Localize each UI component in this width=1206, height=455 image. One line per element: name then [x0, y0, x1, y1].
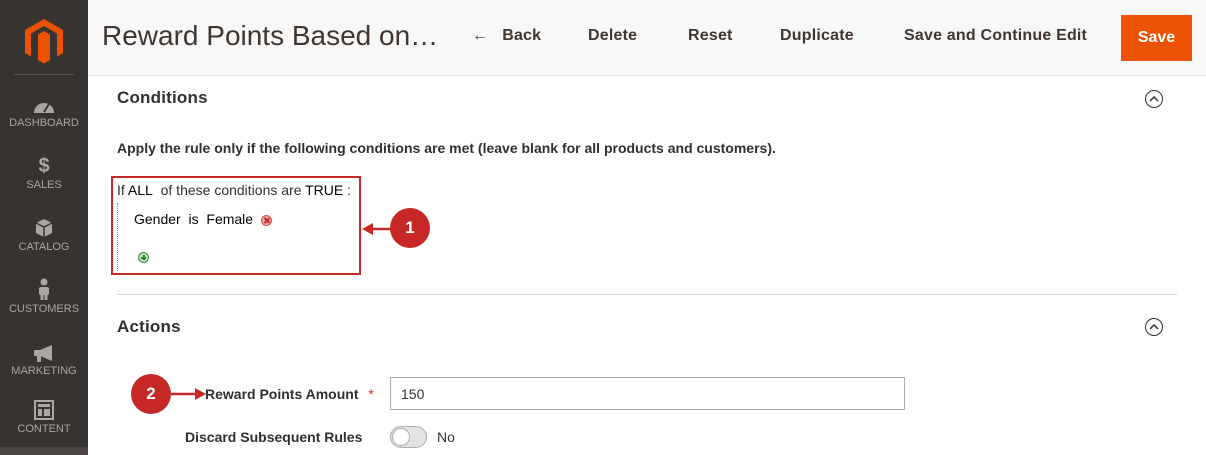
delete-button[interactable]: Delete: [588, 27, 637, 45]
reward-points-input[interactable]: [390, 377, 905, 410]
sidebar-item-next[interactable]: [0, 447, 88, 455]
sidebar-item-dashboard[interactable]: DASHBOARD: [0, 90, 88, 152]
reset-button[interactable]: Reset: [688, 27, 733, 45]
sidebar-item-label: CATALOG: [18, 241, 70, 253]
annotation-arrow-2: [170, 388, 206, 400]
magento-logo-icon[interactable]: [22, 17, 66, 65]
save-continue-button[interactable]: Save and Continue Edit: [904, 27, 1087, 45]
reward-points-label: Reward Points Amount *: [205, 386, 374, 402]
section-divider: [117, 294, 1177, 295]
sidebar-item-label: DASHBOARD: [9, 117, 79, 129]
toggle-knob: [392, 428, 410, 446]
person-icon: [39, 278, 49, 300]
conditions-suffix: :: [347, 182, 352, 198]
sidebar-item-catalog[interactable]: CATALOG: [0, 214, 88, 276]
required-mark: *: [368, 386, 374, 402]
actions-section-title[interactable]: Actions: [117, 317, 181, 337]
sidebar-item-customers[interactable]: CUSTOMERS: [0, 276, 88, 338]
discard-rules-toggle[interactable]: [390, 426, 427, 448]
collapse-conditions-button[interactable]: [1145, 90, 1163, 108]
box-icon: [35, 219, 53, 237]
conditions-tree-line: [117, 203, 118, 271]
add-condition-icon[interactable]: [138, 252, 149, 263]
remove-condition-icon[interactable]: [260, 215, 272, 226]
dollar-icon: $: [38, 155, 50, 177]
reward-points-label-text: Reward Points Amount: [205, 386, 359, 402]
sidebar-item-label: MARKETING: [11, 365, 77, 377]
layout-icon: [34, 400, 54, 420]
sidebar-item-label: CUSTOMERS: [8, 303, 80, 315]
collapse-actions-button[interactable]: [1145, 318, 1163, 336]
sidebar-item-label: SALES: [26, 179, 62, 191]
sidebar-divider: [14, 74, 74, 75]
discard-rules-label: Discard Subsequent Rules: [185, 429, 363, 445]
back-button[interactable]: ← Back: [472, 27, 541, 45]
admin-sidebar: DASHBOARD $ SALES CATALOG CUSTOMERS MARK…: [0, 0, 88, 455]
condition-value[interactable]: Female: [206, 211, 253, 227]
megaphone-icon: [34, 345, 52, 362]
conditions-aggregator-line: If ALL of these conditions are TRUE :: [117, 182, 351, 198]
chevron-up-icon: [1149, 324, 1159, 330]
annotation-badge-1: 1: [390, 208, 430, 248]
condition-value-select[interactable]: TRUE: [305, 182, 343, 198]
page-header: Reward Points Based on… ← Back Delete Res…: [88, 0, 1206, 76]
conditions-middle-text: of these conditions are: [160, 182, 302, 198]
conditions-description: Apply the rule only if the following con…: [117, 140, 776, 156]
discard-rules-toggle-label: No: [437, 429, 455, 445]
condition-row: Gender is Female: [134, 211, 272, 227]
dashboard-icon: [34, 103, 54, 113]
duplicate-button[interactable]: Duplicate: [780, 27, 854, 45]
chevron-up-icon: [1149, 96, 1159, 102]
page-title: Reward Points Based on…: [102, 20, 439, 51]
arrow-left-icon: ←: [472, 27, 489, 44]
sidebar-item-sales[interactable]: $ SALES: [0, 152, 88, 214]
sidebar-item-label: CONTENT: [17, 423, 71, 435]
condition-attribute[interactable]: Gender: [134, 211, 181, 227]
sidebar-item-marketing[interactable]: MARKETING: [0, 338, 88, 400]
condition-operator[interactable]: is: [188, 211, 198, 227]
conditions-prefix: If: [117, 182, 125, 198]
back-button-label: Back: [502, 27, 542, 44]
conditions-section-title[interactable]: Conditions: [117, 88, 208, 108]
annotation-badge-2: 2: [131, 374, 171, 414]
save-button[interactable]: Save: [1121, 15, 1192, 61]
aggregator-select[interactable]: ALL: [128, 182, 153, 198]
